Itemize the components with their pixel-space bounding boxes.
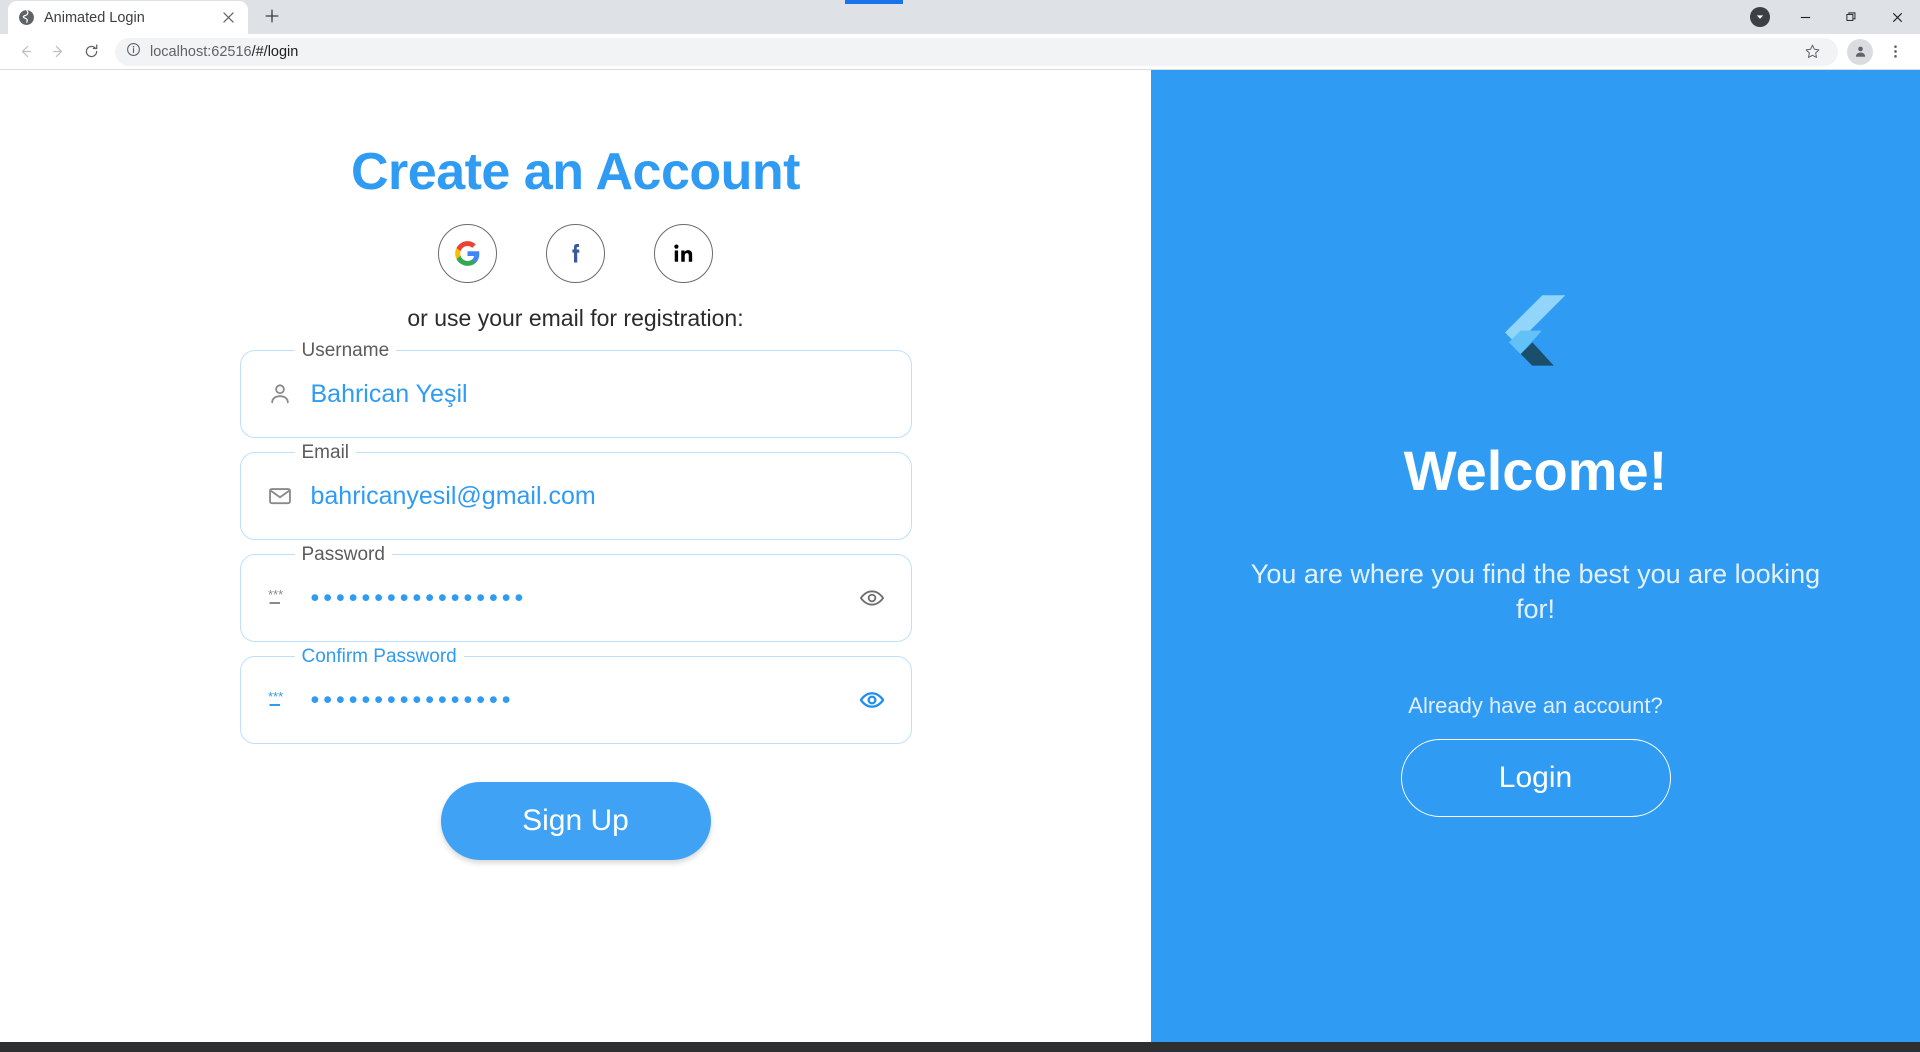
confirm-password-field[interactable]: Confirm Password *** •••••••••••••••• [239,646,912,744]
password-asterisk-icon: *** [263,683,297,717]
window-controls [1738,0,1920,34]
email-field[interactable]: Email bahricanyesil@gmail.com [239,442,912,540]
person-avatar-icon[interactable] [1847,38,1873,65]
svg-text:***: *** [268,587,283,602]
browser-window: Animated Login localhost:62516/#/login C… [0,0,1920,1052]
already-account-note: Already have an account? [1408,692,1663,718]
signup-form: Username Bahrican Yeşil Email bahricanye… [239,340,912,744]
welcome-panel: Welcome! You are where you find the best… [1151,70,1920,1042]
arrow-right-icon[interactable] [43,37,73,67]
password-label: Password [294,544,392,566]
tab-strip: Animated Login [0,0,1920,34]
url-host: localhost:62516 [150,43,252,60]
page-viewport: Create an Account or use your email for … [0,70,1920,1042]
page-title: Create an Account [350,143,801,201]
password-input[interactable]: ••••••••••••••••• [311,584,855,613]
confirm-password-input[interactable]: •••••••••••••••• [311,686,855,715]
email-input[interactable]: bahricanyesil@gmail.com [311,482,889,511]
password-asterisk-icon: *** [263,581,297,615]
form-subtitle: or use your email for registration: [407,305,744,331]
browser-toolbar: localhost:62516/#/login [0,34,1920,70]
url-text: localhost:62516/#/login [150,44,1788,60]
sign-up-button[interactable]: Sign Up [440,782,711,860]
login-button[interactable]: Login [1400,738,1671,817]
reload-icon[interactable] [76,37,106,67]
welcome-text: You are where you find the best you are … [1250,559,1821,624]
maximize-button[interactable] [1828,0,1874,34]
social-signin-row [438,224,713,283]
submit-row: Sign Up [240,782,912,860]
new-tab-button[interactable] [255,0,289,33]
arrow-left-icon[interactable] [10,37,40,67]
address-bar[interactable]: localhost:62516/#/login [115,37,1838,67]
password-field[interactable]: Password *** ••••••••••••••••• [239,544,912,642]
close-icon[interactable] [219,8,238,27]
eye-icon[interactable] [855,581,889,615]
google-signin-button[interactable] [438,224,497,283]
window-drag-indicator [845,0,903,4]
browser-tab[interactable]: Animated Login [8,1,248,34]
username-label: Username [294,340,397,362]
star-icon[interactable] [1797,37,1827,67]
username-field[interactable]: Username Bahrican Yeşil [239,340,912,438]
envelope-icon [263,479,297,513]
three-dot-menu-icon[interactable] [1880,37,1910,67]
linkedin-signin-button[interactable] [654,224,713,283]
person-icon [263,377,297,411]
email-label: Email [294,442,357,464]
download-indicator-button[interactable] [1738,0,1782,34]
url-path: /#/login [251,43,299,60]
globe-icon [18,9,35,26]
bottom-status-bar [0,1042,1920,1052]
welcome-title: Welcome! [1403,439,1668,503]
info-circle-icon[interactable] [126,42,141,62]
close-window-button[interactable] [1874,0,1920,34]
flutter-logo-icon [1504,295,1567,376]
eye-icon[interactable] [855,683,889,717]
tab-title: Animated Login [44,9,145,26]
username-input[interactable]: Bahrican Yeşil [311,380,889,409]
download-chevron-icon [1750,7,1770,27]
facebook-signin-button[interactable] [546,224,605,283]
minimize-button[interactable] [1782,0,1828,34]
signup-panel: Create an Account or use your email for … [0,70,1151,1042]
confirm-password-label: Confirm Password [294,646,464,668]
svg-text:***: *** [268,689,283,704]
